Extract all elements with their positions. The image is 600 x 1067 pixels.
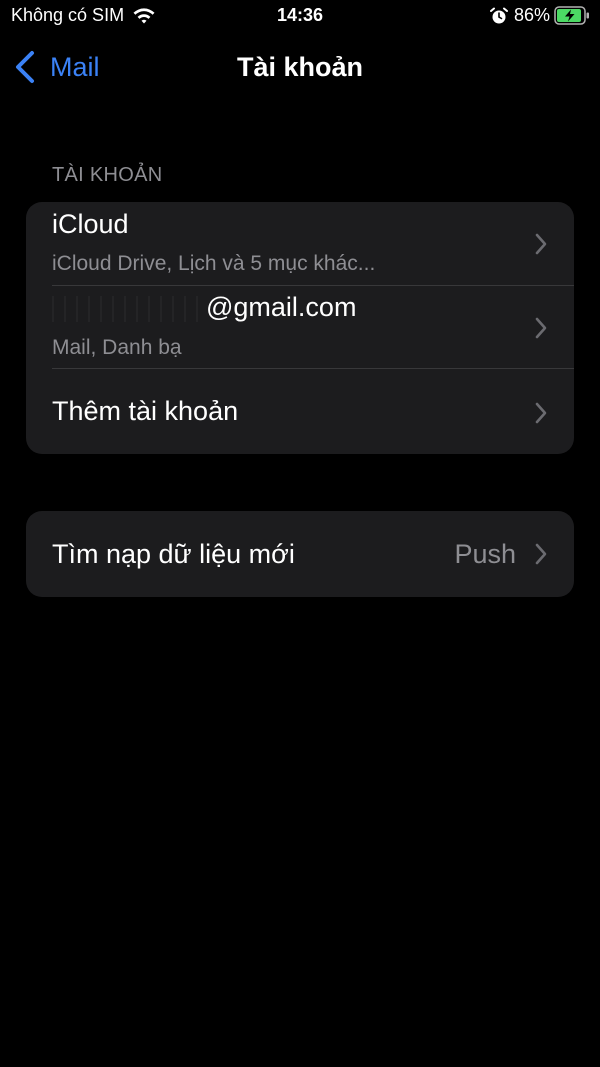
battery-charging-icon: [554, 6, 589, 25]
account-row-gmail[interactable]: @gmail.com Mail, Danh bạ: [26, 286, 574, 368]
status-right: 86%: [489, 5, 590, 26]
fetch-new-data-row[interactable]: Tìm nạp dữ liệu mới Push: [26, 511, 574, 597]
fetch-new-data-label: Tìm nạp dữ liệu mới: [52, 539, 295, 569]
account-title-icloud: iCloud: [52, 209, 129, 239]
accounts-group: iCloud iCloud Drive, Lịch và 5 mục khác.…: [26, 202, 574, 454]
account-title-gmail-text: @gmail.com: [206, 292, 357, 322]
chevron-right-icon: [535, 402, 547, 424]
account-subtitle-gmail: Mail, Danh bạ: [52, 336, 182, 359]
chevron-right-icon: [535, 317, 547, 339]
page-title: Tài khoản: [236, 52, 364, 82]
account-row-icloud[interactable]: iCloud iCloud Drive, Lịch và 5 mục khác.…: [26, 202, 574, 285]
section-header-accounts: TÀI KHOẢN: [52, 164, 163, 186]
redacted-email-prefix: [52, 295, 202, 322]
account-title-gmail: @gmail.com: [52, 292, 356, 323]
battery-percent: 86%: [513, 5, 550, 25]
add-account-row[interactable]: Thêm tài khoản: [26, 369, 574, 454]
chevron-right-icon: [535, 543, 547, 565]
account-subtitle-icloud: iCloud Drive, Lịch và 5 mục khác...: [52, 252, 376, 275]
fetch-group: Tìm nạp dữ liệu mới Push: [26, 511, 574, 597]
fetch-new-data-value: Push: [454, 539, 516, 569]
status-bar: Không có SIM 14:36 86%: [0, 0, 600, 34]
alarm-icon: [489, 7, 508, 23]
nav-bar: Mail Tài khoản: [0, 40, 600, 96]
chevron-right-icon: [535, 233, 547, 255]
add-account-label: Thêm tài khoản: [52, 396, 239, 426]
